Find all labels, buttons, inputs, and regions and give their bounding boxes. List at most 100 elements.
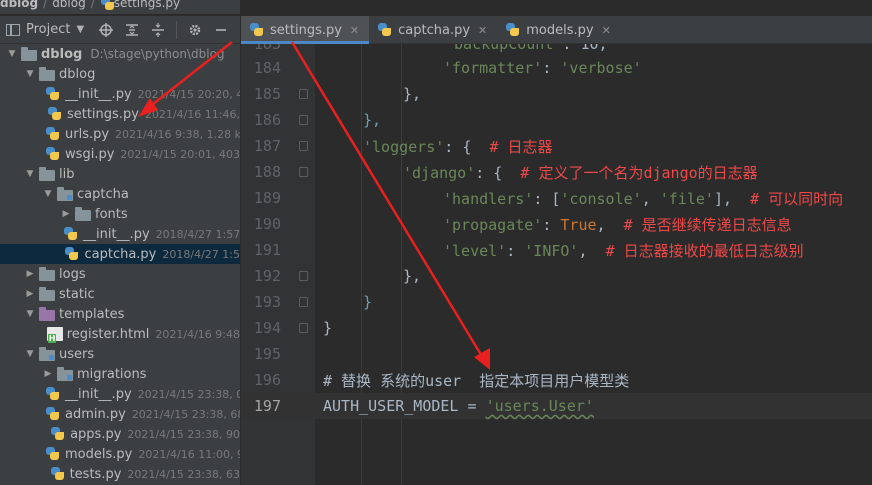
tab-label: models.py <box>526 22 594 38</box>
code-token: 'verbose' <box>560 59 642 77</box>
folder-icon <box>21 46 37 61</box>
line-number: 193 <box>253 293 281 311</box>
tree-item[interactable]: ▼ users <box>0 344 240 364</box>
minimize-icon[interactable] <box>213 22 229 38</box>
python-file-icon <box>249 23 265 37</box>
tree-item[interactable]: models.py 2021/4/16 11:00, 9 <box>0 444 240 464</box>
tree-item[interactable]: ▼ lib <box>0 164 240 184</box>
tree-item-label: lib <box>59 166 75 182</box>
python-file-icon <box>45 147 61 161</box>
code-line-184[interactable]: 184 'formatter': 'verbose' <box>241 55 872 81</box>
tree-item[interactable]: settings.py 2021/4/16 11:46, <box>0 104 240 124</box>
code-token: : <box>506 241 525 260</box>
tree-item[interactable]: apps.py 2021/4/15 23:38, 90 <box>0 424 240 444</box>
code-line-193[interactable]: 193 } <box>241 289 872 315</box>
line-number: 192 <box>253 267 281 285</box>
code-line-191[interactable]: 191 'level': 'INFO', # 日志器接收的最低日志级别 <box>241 237 872 263</box>
python-file-icon <box>50 427 66 441</box>
tree-item[interactable]: __init__.py 2018/4/27 1:57 <box>0 224 240 244</box>
tree-item[interactable]: tests.py 2021/4/15 23:38, 63 <box>0 464 240 484</box>
file-meta: 2021/4/16 9:48 <box>155 327 240 341</box>
chevron-right-icon[interactable]: ▶ <box>42 369 54 379</box>
tree-item[interactable]: wsgi.py 2021/4/15 20:01, 403 <box>0 144 240 164</box>
tree-item-label: apps.py <box>70 426 122 442</box>
code-line-185[interactable]: 185 }, <box>241 81 872 107</box>
chevron-down-icon[interactable]: ▼ <box>24 169 36 179</box>
tree-item[interactable]: admin.py 2021/4/15 23:38, 68 <box>0 404 240 424</box>
python-file-icon <box>63 227 79 241</box>
tree-item[interactable]: __init__.py 2021/4/15 20:20, 4 <box>0 84 240 104</box>
line-number: 197 <box>253 397 281 415</box>
tree-item[interactable]: ▶ static <box>0 284 240 304</box>
breadcrumb-separator: / <box>43 0 48 10</box>
chevron-down-icon[interactable]: ▼ <box>24 69 36 79</box>
tab-models-py[interactable]: models.py ✕ <box>497 16 621 44</box>
code-line-188[interactable]: 188 'django': { # 定义了一个名为django的日志器 <box>241 159 872 185</box>
code-line-194[interactable]: 194 } <box>241 315 872 341</box>
tree-item[interactable]: ▶ logs <box>0 264 240 284</box>
collapse-all-icon[interactable] <box>150 22 166 38</box>
tree-item[interactable]: captcha.py 2018/4/27 1:5 <box>0 244 240 264</box>
close-icon[interactable]: ✕ <box>350 24 359 37</box>
file-meta: 2021/4/16 11:46, <box>144 107 240 121</box>
line-number: 187 <box>253 137 281 155</box>
line-number: 185 <box>253 85 281 103</box>
code-token: AUTH_USER_MODEL = <box>323 397 486 415</box>
file-meta: 2021/4/16 11:00, 9 <box>138 447 240 461</box>
tree-item[interactable]: __init__.py 2021/4/15 23:38, 0 <box>0 384 240 404</box>
crosshair-icon[interactable] <box>98 22 114 38</box>
chevron-right-icon[interactable]: ▶ <box>24 289 36 299</box>
code-token: ], <box>713 189 751 208</box>
tree-item-label: tests.py <box>69 466 122 482</box>
chevron-right-icon[interactable]: ▶ <box>24 269 36 279</box>
code-line-196[interactable]: 196 # 替换 系统的user 指定本项目用户模型类 <box>241 367 872 393</box>
tree-item[interactable]: urls.py 2021/4/16 9:38, 1.28 k <box>0 124 240 144</box>
project-path: D:\stage\python\dblog <box>90 47 225 61</box>
tab-captcha-py[interactable]: captcha.py ✕ <box>369 16 497 44</box>
tree-item[interactable]: ▼ dblog <box>0 64 240 84</box>
tree-item-label: wsgi.py <box>65 146 115 162</box>
tree-item[interactable]: ▶ fonts <box>0 204 240 224</box>
chevron-down-icon[interactable]: ▼ <box>24 309 36 319</box>
chevron-down-icon[interactable]: ▼ <box>42 189 54 199</box>
code-token: : { <box>475 163 521 182</box>
code-line-187[interactable]: 187 'loggers': { # 日志器 <box>241 133 872 159</box>
code-token: }, <box>403 85 422 103</box>
breadcrumb-project[interactable]: dblog <box>0 0 38 10</box>
folder-icon <box>75 206 91 221</box>
tree-item-label: register.html <box>66 326 150 342</box>
tree-item[interactable]: register.html 2021/4/16 9:48 <box>0 324 240 344</box>
python-file-icon <box>64 247 80 261</box>
file-meta: 2021/4/15 23:38, 90 <box>127 427 240 441</box>
close-icon[interactable]: ✕ <box>478 24 487 37</box>
tab-label: settings.py <box>270 22 342 38</box>
code-line-197[interactable]: 197 AUTH_USER_MODEL = 'users.User' <box>241 393 872 419</box>
chevron-down-icon[interactable]: ▼ <box>6 49 18 59</box>
breadcrumb-file[interactable]: settings.py <box>114 0 180 10</box>
code-editor[interactable]: 183 'backupCount': 10, 184 'formatter': … <box>241 44 872 485</box>
code-line-195[interactable]: 195 <box>241 341 872 367</box>
tree-item[interactable]: ▶ migrations <box>0 364 240 384</box>
chevron-right-icon[interactable]: ▶ <box>60 209 72 219</box>
code-line-192[interactable]: 192 }, <box>241 263 872 289</box>
tab-settings-py[interactable]: settings.py ✕ <box>241 16 370 44</box>
chevron-down-icon[interactable]: ▼ <box>24 349 36 359</box>
line-number: 194 <box>253 319 281 337</box>
code-line-186[interactable]: 186 }, <box>241 107 872 133</box>
code-line-189[interactable]: 189 'handlers': ['console', 'file'], # 可… <box>241 185 872 211</box>
code-line-190[interactable]: 190 'propagate': True, # 是否继续传递日志信息 <box>241 211 872 237</box>
tree-item[interactable]: ▼ captcha <box>0 184 240 204</box>
tree-item[interactable]: ▼ templates <box>0 304 240 324</box>
project-view-selector[interactable]: Project ▼ <box>0 22 84 37</box>
expand-all-icon[interactable] <box>124 22 140 38</box>
code-comment: # 可以同时向 <box>750 189 844 208</box>
tree-item[interactable]: ▼ dblog D:\stage\python\dblog <box>0 44 240 64</box>
code-token: 'formatter' <box>443 59 543 77</box>
code-token: 'django' <box>403 163 476 182</box>
breadcrumb-folder[interactable]: dblog <box>52 0 86 10</box>
tree-item-label: captcha <box>77 186 129 202</box>
project-title: Project <box>26 22 71 37</box>
close-icon[interactable]: ✕ <box>602 24 611 37</box>
tree-item-label: dblog <box>59 66 96 82</box>
gear-icon[interactable] <box>187 22 203 38</box>
